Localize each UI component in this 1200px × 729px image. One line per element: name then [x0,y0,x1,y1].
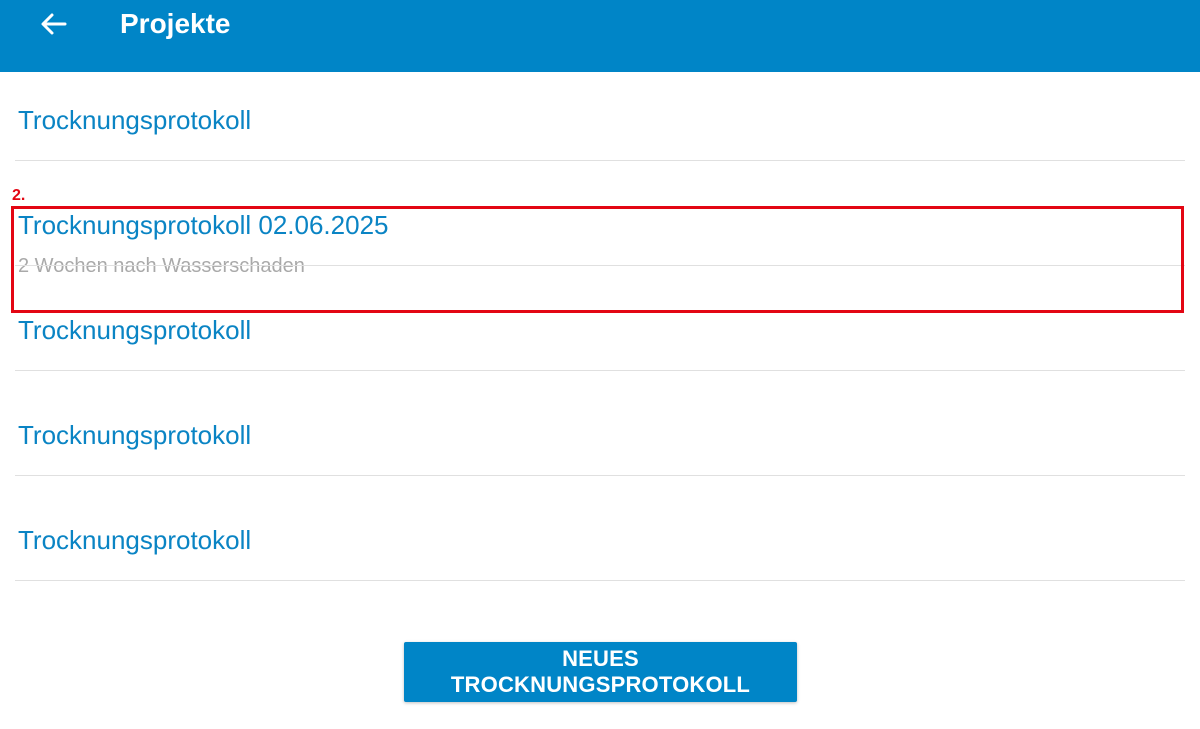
list-item-title: Trocknungsprotokoll [18,420,252,450]
arrow-left-icon [41,13,67,35]
divider [15,580,1185,581]
list-item[interactable]: Trocknungsprotokoll 02.06.2025 2 Wochen … [15,162,1185,277]
list-item-title: Trocknungsprotokoll 02.06.2025 [18,210,389,240]
annotation-label: 2. [12,187,26,204]
list-item[interactable]: Trocknungsprotokoll [15,477,1185,581]
list-item-title: Trocknungsprotokoll [18,105,252,135]
list-item-title: Trocknungsprotokoll [18,315,252,345]
new-protocol-button[interactable]: NEUES TROCKNUNGSPROTOKOLL [404,642,797,702]
page-title: Projekte [120,8,231,39]
divider [15,475,1185,476]
divider [15,160,1185,161]
list-item[interactable]: Trocknungsprotokoll [15,267,1185,371]
list-item[interactable]: Trocknungsprotokoll [15,57,1185,161]
divider [15,370,1185,371]
divider [15,265,1185,266]
back-button[interactable] [38,8,70,40]
list-item-title: Trocknungsprotokoll [18,525,252,555]
list-item[interactable]: Trocknungsprotokoll [15,372,1185,476]
